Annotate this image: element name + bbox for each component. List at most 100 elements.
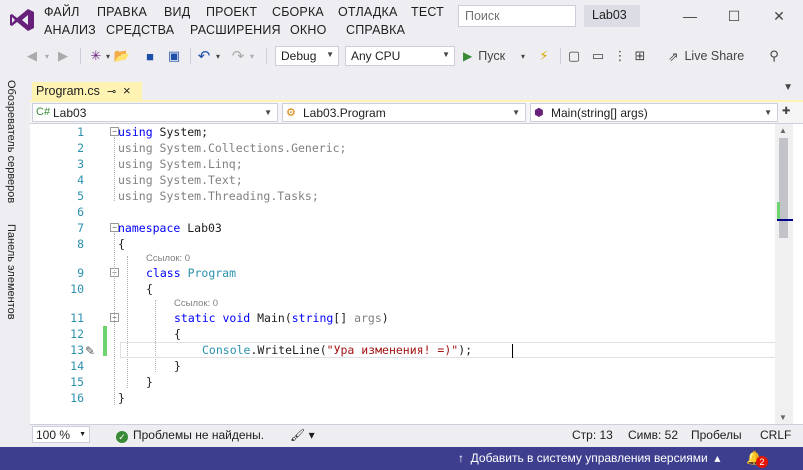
- problems-label: Проблемы не найдены.: [133, 428, 265, 442]
- chevron-down-icon: ▼: [326, 50, 334, 59]
- menu-build[interactable]: СБОРКА: [272, 5, 324, 19]
- type-select[interactable]: ⚙ Lab03.Program ▼: [282, 103, 526, 122]
- line-number: 11: [70, 311, 84, 325]
- tab-label: Program.cs: [36, 84, 100, 98]
- document-tab-strip: Program.cs ⊸ × ▼: [30, 80, 803, 102]
- platform-select[interactable]: Any CPU ▼: [345, 46, 455, 66]
- toolbar-separator: [80, 48, 81, 64]
- scroll-up-icon[interactable]: ▲: [779, 126, 787, 135]
- project-select[interactable]: C# Lab03 ▼: [32, 103, 278, 122]
- title-bar: ФАЙЛ ПРАВКА ВИД ПРОЕКТ СБОРКА ОТЛАДКА ТЕ…: [0, 0, 803, 42]
- code-line-5: using System.Threading.Tasks;: [118, 189, 319, 203]
- close-tab-icon[interactable]: ×: [123, 83, 131, 98]
- code-line-11: static void Main(string[] args): [174, 311, 389, 325]
- redo-icon[interactable]: ↷: [230, 46, 246, 66]
- menu-edit[interactable]: ПРАВКА: [97, 5, 147, 19]
- zoom-select[interactable]: 100 % ▼: [32, 426, 90, 443]
- line-ending-indicator[interactable]: CRLF: [760, 428, 791, 442]
- zoom-value: 100 %: [36, 428, 71, 442]
- text-caret: [512, 344, 513, 358]
- code-line-4: using System.Text;: [118, 173, 243, 187]
- menu-help[interactable]: СПРАВКА: [346, 23, 405, 37]
- quick-actions-icon[interactable]: ✎: [85, 344, 95, 358]
- line-number: 15: [70, 375, 84, 389]
- chevron-down-icon: ▼: [79, 431, 86, 438]
- chevron-down-icon: ▼: [264, 108, 272, 117]
- menu-file[interactable]: ФАЙЛ: [44, 5, 80, 19]
- problems-indicator[interactable]: ✓ Проблемы не найдены.: [116, 428, 264, 443]
- code-line-16: }: [118, 391, 125, 405]
- new-project-dropdown-icon[interactable]: ▾: [104, 46, 112, 66]
- new-project-icon[interactable]: ✳: [88, 46, 104, 66]
- live-share-button[interactable]: ⇗ Live Share: [668, 46, 750, 66]
- menu-debug[interactable]: ОТЛАДКА: [338, 5, 398, 19]
- menu-test[interactable]: ТЕСТ: [411, 5, 444, 19]
- save-icon[interactable]: ■: [142, 46, 158, 66]
- toolbox-tab[interactable]: Панель элементов: [5, 224, 21, 334]
- line-number: 4: [77, 173, 84, 187]
- undo-dropdown-icon[interactable]: ▾: [214, 46, 222, 66]
- code-cleanup-icon[interactable]: 🖌 ▾: [290, 428, 315, 442]
- add-to-source-control-button[interactable]: ↑ Добавить в систему управления версиями…: [458, 451, 720, 465]
- menu-window[interactable]: ОКНО: [290, 23, 327, 37]
- pin-icon[interactable]: ⊸: [107, 85, 116, 98]
- toolbar-icon[interactable]: ⋮: [612, 46, 628, 66]
- platform-value: Any CPU: [351, 49, 401, 63]
- toolbar-separator: [266, 48, 267, 64]
- tab-list-dropdown-icon[interactable]: ▼: [783, 82, 793, 93]
- arrow-up-icon: ↑: [458, 451, 464, 465]
- code-text[interactable]: using System; using System.Collections.G…: [118, 124, 773, 420]
- code-editor[interactable]: 1 2 3 4 5 6 7 8 9 10 11 12 13 14 15 16 ✎…: [30, 124, 803, 424]
- visual-studio-logo-icon: [10, 9, 34, 31]
- caret-position-marker: [777, 219, 793, 221]
- server-explorer-tab[interactable]: Обозреватель серверов: [5, 80, 21, 220]
- vertical-scrollbar[interactable]: ▲ ▼: [775, 124, 793, 424]
- menu-extensions[interactable]: РАСШИРЕНИЯ: [190, 23, 281, 37]
- configuration-select[interactable]: Debug ▼: [275, 46, 339, 66]
- start-dropdown-icon[interactable]: ▾: [519, 46, 527, 66]
- camera-icon[interactable]: ▢: [566, 46, 582, 66]
- chevron-down-icon: ▼: [442, 50, 450, 59]
- back-icon[interactable]: ◀: [24, 46, 40, 66]
- type-value: Lab03.Program: [303, 106, 386, 120]
- line-number: 7: [77, 221, 84, 235]
- menu-analyze[interactable]: АНАЛИЗ: [44, 23, 96, 37]
- line-number: 10: [70, 282, 84, 296]
- save-all-icon[interactable]: ▣: [166, 46, 182, 66]
- browser-icon[interactable]: ▭: [590, 46, 606, 66]
- maximize-icon[interactable]: ☐: [724, 6, 744, 26]
- forward-icon[interactable]: ▶: [55, 46, 71, 66]
- scroll-thumb[interactable]: [779, 138, 788, 238]
- code-line-2: using System.Collections.Generic;: [118, 141, 347, 155]
- notification-count-badge: 2: [756, 456, 768, 468]
- undo-icon[interactable]: ↶: [196, 46, 212, 66]
- menu-tools[interactable]: СРЕДСТВА: [106, 23, 174, 37]
- column-indicator[interactable]: Симв: 52: [628, 428, 678, 442]
- search-box[interactable]: Поиск: [458, 5, 576, 27]
- back-dropdown-icon[interactable]: ▾: [42, 46, 52, 66]
- toolbar: ◀ ▾ ▶ ✳ ▾ 📂 ■ ▣ ↶ ▾ ↷ ▾ Debug ▼ Any CPU …: [0, 42, 803, 70]
- menu-project[interactable]: ПРОЕКТ: [206, 5, 257, 19]
- scroll-down-icon[interactable]: ▼: [779, 413, 787, 422]
- attach-icon[interactable]: ⚡: [536, 46, 552, 66]
- code-line-10: {: [146, 282, 153, 296]
- line-indicator[interactable]: Стр: 13: [572, 428, 613, 442]
- reference-count[interactable]: Ссылок: 0: [174, 298, 218, 309]
- open-folder-icon[interactable]: 📂: [114, 46, 130, 66]
- whitespace-indicator[interactable]: Пробелы: [691, 428, 742, 442]
- chevron-down-icon: ▼: [512, 108, 520, 117]
- tab-program-cs[interactable]: Program.cs ⊸ ×: [32, 82, 142, 102]
- minimize-icon[interactable]: —: [680, 6, 700, 26]
- start-button[interactable]: ▶ Пуск: [463, 46, 519, 66]
- feedback-icon[interactable]: ⚲: [766, 46, 782, 66]
- menu-bar: ФАЙЛ ПРАВКА ВИД ПРОЕКТ СБОРКА ОТЛАДКА ТЕ…: [44, 0, 444, 42]
- close-icon[interactable]: ✕: [769, 6, 789, 26]
- status-bar: ↑ Добавить в систему управления версиями…: [0, 447, 803, 470]
- split-window-icon[interactable]: ✚: [782, 106, 790, 117]
- editor-status-strip: 100 % ▼ ✓ Проблемы не найдены. 🖌 ▾ Стр: 1…: [30, 424, 803, 444]
- menu-view[interactable]: ВИД: [164, 5, 190, 19]
- member-select[interactable]: ⬢ Main(string[] args) ▼: [530, 103, 778, 122]
- extension-icon[interactable]: ⊞: [632, 46, 648, 66]
- redo-dropdown-icon[interactable]: ▾: [248, 46, 256, 66]
- reference-count[interactable]: Ссылок: 0: [146, 253, 190, 264]
